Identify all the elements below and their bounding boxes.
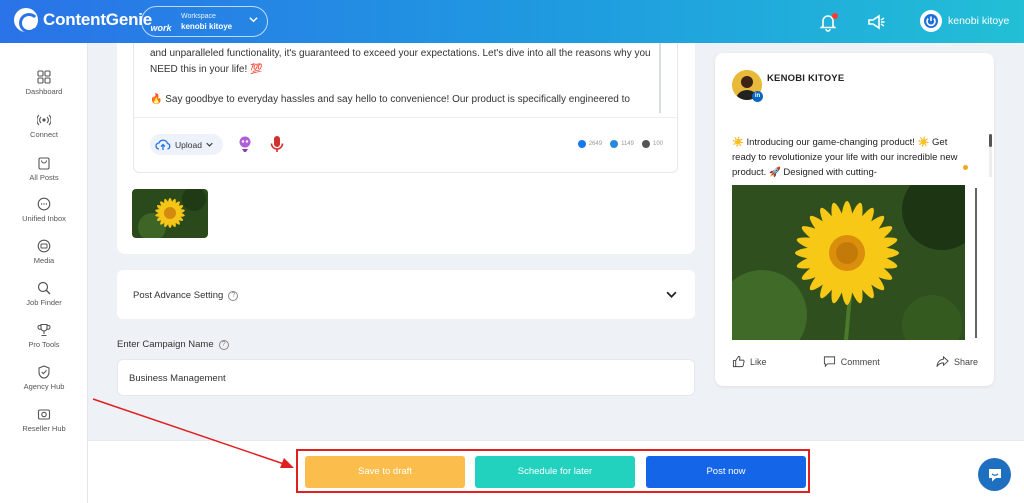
preview-scrollbar[interactable]: [989, 134, 992, 147]
announcement-megaphone-icon[interactable]: [866, 12, 886, 32]
editor-scrollbar[interactable]: [659, 43, 661, 113]
sidebar-item-reseller-hub[interactable]: Reseller Hub: [0, 407, 88, 433]
linkedin-post-preview: in KENOBI KITOYE ☀️ Introducing our game…: [715, 53, 994, 386]
chevron-down-icon: [249, 17, 258, 23]
tiktok-count: 100: [641, 140, 663, 148]
content-genie-logo-icon: [14, 8, 39, 33]
sidebar: Dashboard Connect All Posts Unified Inbo…: [0, 43, 88, 503]
sidebar-item-dashboard[interactable]: Dashboard: [0, 70, 88, 96]
chat-icon: [37, 197, 51, 211]
bag-icon: [38, 157, 50, 170]
character-counts: 2649 1149 100: [577, 140, 663, 148]
thumbs-up-icon: [732, 355, 745, 368]
chevron-down-icon: [206, 142, 213, 147]
status-dot: [963, 165, 968, 170]
user-menu[interactable]: kenobi kitoye: [920, 10, 1009, 32]
help-icon[interactable]: ?: [228, 290, 239, 301]
sidebar-item-unified-inbox[interactable]: Unified Inbox: [0, 197, 88, 223]
sidebar-item-connect[interactable]: Connect: [0, 113, 88, 139]
user-name: kenobi kitoye: [948, 15, 1010, 27]
search-icon: [37, 281, 51, 295]
cloud-upload-icon: [155, 139, 171, 150]
post-editor[interactable]: and unparalleled functionality, it's gua…: [133, 43, 678, 173]
preview-image-scrollbar[interactable]: [975, 188, 977, 338]
preview-image: [732, 185, 965, 340]
media-thumbnail[interactable]: [132, 189, 208, 238]
workspace-label: Workspace: [181, 12, 216, 20]
post-text-area[interactable]: and unparalleled functionality, it's gua…: [150, 46, 655, 123]
grid-icon: [37, 70, 51, 84]
share-icon: [936, 355, 949, 367]
help-icon[interactable]: ?: [218, 339, 229, 350]
power-avatar-icon: [920, 10, 942, 32]
shield-icon: [38, 365, 50, 379]
camera-icon: [37, 409, 51, 420]
brand-name: ContentGenie: [43, 10, 153, 29]
workspace-name: kenobi kitoye: [181, 21, 233, 31]
linkedin-badge-icon: in: [752, 91, 763, 102]
tiktok-icon: [641, 140, 650, 148]
facebook-icon: [577, 140, 586, 148]
post-paragraph: 🔥 Say goodbye to everyday hassles and sa…: [150, 94, 630, 105]
post-advance-setting[interactable]: Post Advance Setting ?: [117, 270, 695, 319]
preview-post-text: ☀️ Introducing our game-changing product…: [732, 137, 958, 178]
sidebar-item-job-finder[interactable]: Job Finder: [0, 281, 88, 307]
microphone-icon[interactable]: [267, 134, 287, 154]
highlight-box: [296, 449, 810, 493]
share-action[interactable]: Share: [936, 355, 978, 368]
campaign-name-input[interactable]: Business Management: [117, 359, 695, 396]
post-paragraph: and unparalleled functionality, it's gua…: [150, 48, 651, 75]
advance-setting-title: Post Advance Setting: [133, 290, 224, 301]
top-header: ContentGenie work Workspace kenobi kitoy…: [0, 0, 1024, 43]
like-action[interactable]: Like: [732, 355, 767, 368]
upload-button[interactable]: Upload: [150, 134, 223, 155]
linkedin-count: 1149: [610, 140, 634, 148]
campaign-name-label: Enter Campaign Name ?: [117, 339, 229, 350]
notification-bell-icon[interactable]: [818, 12, 838, 32]
upload-label: Upload: [175, 139, 202, 150]
workspace-badge: work: [150, 22, 172, 33]
notification-badge: [832, 13, 838, 19]
preview-actions: Like Comment Share: [732, 355, 978, 368]
sidebar-item-media[interactable]: Media: [0, 239, 88, 265]
chat-support-button[interactable]: [978, 458, 1011, 491]
workspace-switcher[interactable]: work Workspace kenobi kitoye: [141, 6, 268, 37]
divider: [134, 117, 677, 118]
facebook-count: 2649: [577, 140, 602, 148]
comment-icon: [823, 356, 835, 368]
trophy-icon: [37, 323, 51, 337]
chat-bubble-icon: [988, 468, 1001, 481]
broadcast-icon: [37, 114, 51, 126]
chevron-down-icon[interactable]: [666, 289, 677, 300]
ai-genie-icon[interactable]: [235, 134, 255, 154]
sidebar-item-pro-tools[interactable]: Pro Tools: [0, 323, 88, 349]
sidebar-item-agency-hub[interactable]: Agency Hub: [0, 365, 88, 391]
media-icon: [37, 239, 51, 253]
post-editor-card: and unparalleled functionality, it's gua…: [117, 43, 695, 254]
preview-author-name: KENOBI KITOYE: [767, 73, 845, 84]
sidebar-item-all-posts[interactable]: All Posts: [0, 156, 88, 182]
linkedin-icon: [610, 140, 619, 148]
preview-scrollbar-track[interactable]: [989, 147, 992, 177]
brand-logo[interactable]: ContentGenie: [14, 8, 153, 33]
comment-action[interactable]: Comment: [823, 355, 880, 368]
